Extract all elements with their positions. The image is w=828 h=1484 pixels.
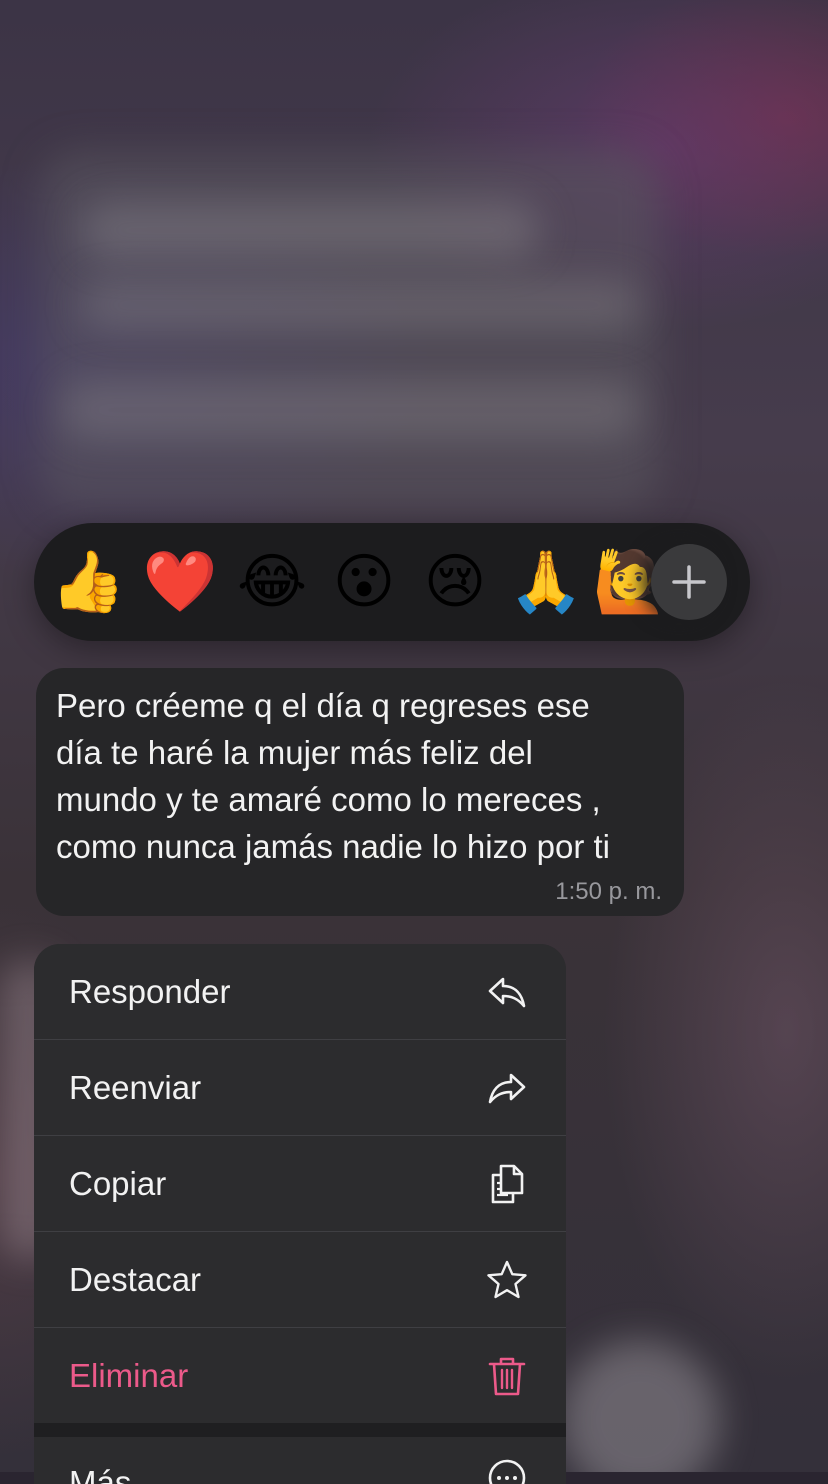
forward-icon <box>488 1073 526 1104</box>
add-reaction-button[interactable] <box>651 544 727 620</box>
reaction-tears-of-joy[interactable]: 😂 <box>232 523 312 641</box>
reaction-thumbs-up[interactable]: 👍 <box>48 523 128 641</box>
menu-item-label: Responder <box>69 973 231 1010</box>
menu-item-label: Más... <box>69 1464 159 1484</box>
menu-item-label: Reenviar <box>69 1069 202 1106</box>
message-text: Pero créeme q el día q regreses ese día … <box>56 687 610 865</box>
menu-item-mas[interactable]: Más... <box>34 1437 566 1484</box>
message-timestamp: 1:50 p. m. <box>555 878 662 905</box>
reply-icon <box>488 977 526 1008</box>
more-icon <box>488 1459 526 1484</box>
reaction-crying[interactable]: 😢 <box>415 523 495 641</box>
message-bubble[interactable]: Pero créeme q el día q regreses ese día … <box>36 668 684 916</box>
copy-icon <box>491 1164 524 1204</box>
trash-icon <box>488 1357 526 1396</box>
reaction-bar: 👍 ❤️ 😂 😮 😢 🙏 🙋 <box>34 523 750 641</box>
menu-item-copiar[interactable]: Copiar <box>34 1136 566 1232</box>
menu-item-label: Destacar <box>69 1261 202 1298</box>
menu-item-label: Eliminar <box>69 1357 189 1394</box>
menu-item-reenviar[interactable]: Reenviar <box>34 1040 566 1136</box>
blurred-text-line <box>80 280 640 330</box>
blurred-text-line <box>80 200 540 260</box>
menu-item-eliminar[interactable]: Eliminar <box>34 1328 566 1423</box>
message-context-menu: Responder Reenviar Copiar Destacar Elimi… <box>34 944 566 1484</box>
reaction-red-heart[interactable]: ❤️ <box>140 523 220 641</box>
plus-icon <box>672 565 706 599</box>
reaction-folded-hands[interactable]: 🙏 <box>506 523 586 641</box>
reaction-surprised[interactable]: 😮 <box>324 523 404 641</box>
menu-item-destacar[interactable]: Destacar <box>34 1232 566 1328</box>
star-icon <box>487 1260 527 1299</box>
blurred-text-line <box>60 380 640 440</box>
menu-item-label: Copiar <box>69 1165 167 1202</box>
menu-item-responder[interactable]: Responder <box>34 944 566 1040</box>
blurred-highlight <box>560 1340 720 1472</box>
